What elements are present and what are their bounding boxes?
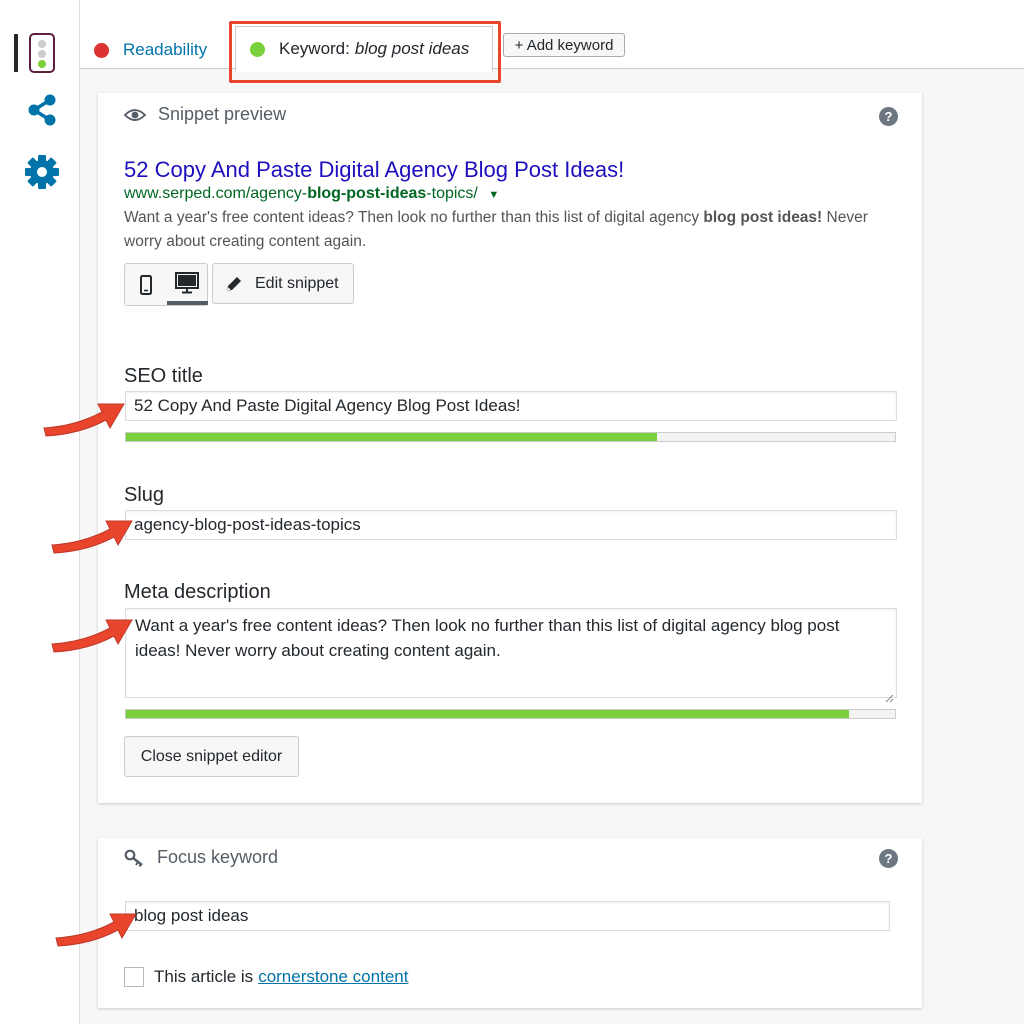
share-icon[interactable] — [24, 92, 60, 128]
caret-down-icon: ▼ — [488, 189, 500, 201]
annotation-arrow-icon — [51, 520, 133, 554]
snippet-description: Want a year's free content ideas? Then l… — [124, 206, 894, 254]
slug-label: Slug — [124, 484, 165, 506]
help-icon[interactable]: ? — [879, 849, 898, 868]
snippet-description-start: Want a year's free content ideas? Then l… — [124, 209, 704, 226]
snippet-url: www.serped.com/agency-blog-post-ideas-to… — [124, 185, 499, 203]
cornerstone-checkbox[interactable] — [124, 967, 144, 987]
snippet-url-prefix: www.serped.com/agency- — [124, 185, 308, 202]
meta-description-input[interactable]: Want a year's free content ideas? Then l… — [125, 608, 897, 703]
snippet-url-suffix: -topics/ — [426, 185, 478, 202]
eye-icon — [124, 108, 146, 122]
snippet-url-keyword: blog-post-ideas — [307, 185, 427, 202]
meta-description-text: Want a year's free content ideas? Then l… — [135, 616, 840, 660]
resize-handle-icon[interactable] — [884, 685, 894, 703]
seo-title-progress-fill — [126, 433, 657, 441]
edit-snippet-label: Edit snippet — [255, 274, 339, 292]
cornerstone-prefix: This article is — [154, 967, 254, 986]
cornerstone-content-link[interactable]: cornerstone content — [258, 967, 408, 986]
active-mode-indicator — [167, 301, 208, 305]
tab-readability-label: Readability — [123, 40, 208, 59]
mobile-icon[interactable] — [140, 275, 152, 300]
focus-keyword-header: Focus keyword — [124, 847, 278, 868]
slug-input[interactable]: agency-blog-post-ideas-topics — [125, 510, 897, 540]
meta-description-label: Meta description — [124, 581, 271, 603]
edit-snippet-button[interactable]: Edit snippet — [212, 263, 354, 304]
tab-readability[interactable]: Readability — [94, 30, 207, 70]
close-snippet-editor-button[interactable]: Close snippet editor — [124, 736, 299, 777]
snippet-preview-heading: Snippet preview — [158, 104, 287, 124]
annotation-arrow-icon — [51, 619, 133, 653]
help-icon[interactable]: ? — [879, 107, 898, 126]
tab-divider — [80, 68, 1024, 69]
focus-keyword-heading: Focus keyword — [157, 847, 279, 867]
focus-keyword-input[interactable]: blog post ideas — [125, 901, 890, 931]
add-keyword-button[interactable]: + Add keyword — [503, 33, 625, 57]
snippet-description-keyword: blog post ideas! — [703, 209, 823, 226]
key-icon — [124, 849, 145, 867]
traffic-light-icon[interactable] — [29, 33, 55, 73]
desktop-icon[interactable] — [175, 272, 199, 299]
preview-mode-toggle — [124, 263, 208, 306]
meta-description-progress — [125, 709, 896, 719]
annotation-highlight-box — [229, 21, 501, 83]
seo-title-progress — [125, 432, 896, 442]
seo-title-label: SEO title — [124, 365, 203, 387]
seo-title-input[interactable]: 52 Copy And Paste Digital Agency Blog Po… — [125, 391, 897, 421]
gear-icon[interactable] — [24, 154, 60, 190]
snippet-title: 52 Copy And Paste Digital Agency Blog Po… — [124, 157, 625, 182]
annotation-arrow-icon — [43, 403, 125, 437]
annotation-arrow-icon — [55, 913, 137, 947]
pencil-icon — [225, 275, 243, 293]
meta-description-progress-fill — [126, 710, 849, 718]
red-status-icon — [94, 42, 109, 58]
snippet-preview-header: Snippet preview — [124, 104, 286, 125]
active-indicator — [14, 34, 18, 72]
cornerstone-label: This article is cornerstone content — [154, 967, 408, 987]
